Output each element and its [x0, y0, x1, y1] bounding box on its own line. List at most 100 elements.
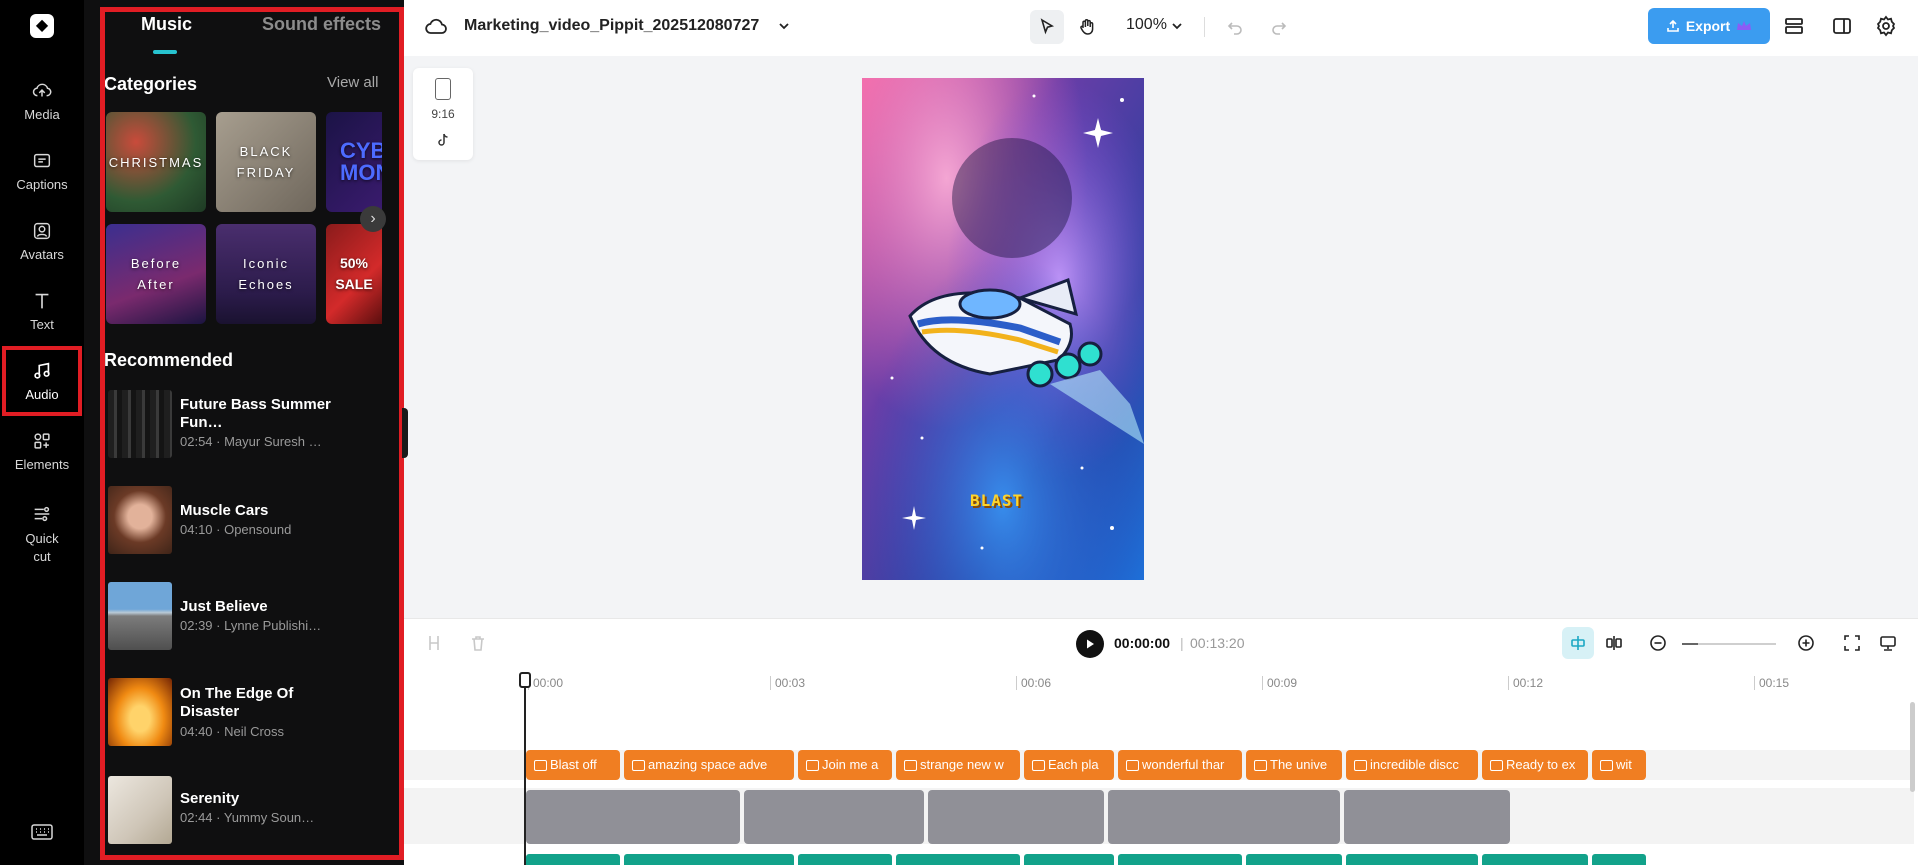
- tiktok-icon: [438, 133, 448, 146]
- caption-clip[interactable]: amazing space adve: [624, 750, 794, 780]
- audio-clip[interactable]: [896, 854, 1020, 865]
- categories-title: Categories: [104, 74, 198, 94]
- captions-icon: [33, 153, 51, 168]
- audio-panel: Music Sound effects Categories View all …: [84, 0, 404, 865]
- track-meta: 04:40 · Neil Cross: [180, 724, 285, 739]
- magnet-icon: [1571, 636, 1585, 650]
- audio-clip[interactable]: [1482, 854, 1588, 865]
- audio-clip[interactable]: [624, 854, 794, 865]
- rail-item-label: Media: [24, 107, 60, 122]
- layers-icon[interactable]: [1782, 14, 1806, 38]
- track-thumbnail: [108, 582, 172, 650]
- list-item[interactable]: Future Bass Summer Fun… 02:54 · Mayur Su…: [104, 388, 384, 460]
- video-caption-text: BLAST: [970, 491, 1024, 510]
- caption-clip[interactable]: wonderful thar: [1118, 750, 1242, 780]
- audio-clip[interactable]: [798, 854, 892, 865]
- list-item[interactable]: Serenity 02:44 · Yummy Soun…: [104, 776, 384, 848]
- caption-clip[interactable]: The unive: [1246, 750, 1342, 780]
- caption-clip[interactable]: Ready to ex: [1482, 750, 1588, 780]
- caption-clip[interactable]: incredible discc: [1346, 750, 1478, 780]
- track-thumbnail: [108, 678, 172, 746]
- caption-clip[interactable]: Blast off: [526, 750, 620, 780]
- audio-clip[interactable]: [1592, 854, 1646, 865]
- ruler-tick: 00:15: [1754, 676, 1789, 690]
- aspect-ratio-card[interactable]: 9:16: [413, 68, 473, 160]
- cloud-sync-icon[interactable]: [424, 15, 448, 39]
- project-title[interactable]: Marketing_video_Pippit_202512080727: [464, 17, 759, 35]
- fullscreen-icon[interactable]: [1842, 633, 1862, 653]
- caption-clip[interactable]: Each pla: [1024, 750, 1114, 780]
- snap-toggle-button[interactable]: [1562, 627, 1594, 659]
- rail-item-text[interactable]: Text: [4, 278, 80, 344]
- rail-item-elements[interactable]: Elements: [4, 418, 80, 484]
- list-item[interactable]: Muscle Cars 04:10 · Opensound: [104, 486, 384, 558]
- track-thumbnail: [108, 776, 172, 844]
- keyboard-icon[interactable]: [30, 822, 54, 842]
- caption-clip[interactable]: Join me a: [798, 750, 892, 780]
- rail-item-captions[interactable]: Captions: [4, 138, 80, 204]
- category-card[interactable]: 50% SALE: [326, 224, 382, 324]
- category-card[interactable]: CHRISTMAS: [106, 112, 206, 212]
- video-clip[interactable]: [526, 790, 740, 844]
- timeline-scrollbar[interactable]: [1910, 702, 1915, 792]
- caption-clip[interactable]: strange new w: [896, 750, 1020, 780]
- music-note-icon: [34, 362, 50, 379]
- preview-monitor-icon[interactable]: [1878, 633, 1898, 653]
- categories-next-button[interactable]: ›: [360, 206, 386, 232]
- track-title: Serenity: [180, 790, 240, 807]
- track-title: On The Edge Of Disaster: [180, 685, 294, 720]
- playhead-handle[interactable]: [519, 672, 531, 688]
- caption-clip[interactable]: wit: [1592, 750, 1646, 780]
- split-layout-icon[interactable]: [1830, 14, 1854, 38]
- caption-clip-text: amazing space adve: [648, 757, 768, 772]
- category-card[interactable]: BLACK FRIDAY: [216, 112, 316, 212]
- category-card[interactable]: Before After: [106, 224, 206, 324]
- hand-tool-button[interactable]: [1070, 10, 1104, 44]
- video-clip[interactable]: [1108, 790, 1340, 844]
- audio-clip[interactable]: [1118, 854, 1242, 865]
- rail-item-quick-cut[interactable]: Quick cut: [4, 494, 80, 574]
- caption-clip-text: Each pla: [1048, 757, 1099, 772]
- timeline: 00:00 00:03 00:06 00:09 00:12 00:15 Blas…: [404, 666, 1918, 865]
- video-clip[interactable]: [1344, 790, 1510, 844]
- track-thumbnail: [108, 390, 172, 458]
- gear-icon[interactable]: [1874, 14, 1898, 38]
- timeline-zoom-slider[interactable]: [1682, 643, 1776, 645]
- rail-item-media[interactable]: Media: [4, 68, 80, 134]
- undo-button[interactable]: [1218, 10, 1252, 44]
- app-logo[interactable]: ◆: [30, 14, 54, 38]
- zoom-in-icon[interactable]: [1796, 633, 1816, 653]
- video-clip[interactable]: [928, 790, 1104, 844]
- list-item[interactable]: Just Believe 02:39 · Lynne Publishi…: [104, 582, 384, 654]
- rail-item-label: Elements: [14, 457, 70, 472]
- category-label: Before After: [130, 256, 182, 292]
- tab-music[interactable]: Music: [141, 14, 192, 35]
- export-button[interactable]: Export: [1648, 8, 1770, 44]
- split-horizontal-icon[interactable]: [1604, 633, 1624, 653]
- tab-sound-effects[interactable]: Sound effects: [262, 14, 381, 35]
- zoom-level[interactable]: 100%: [1126, 16, 1167, 34]
- audio-clip[interactable]: [526, 854, 620, 865]
- category-card[interactable]: Iconic Echoes: [216, 224, 316, 324]
- rail-item-avatars[interactable]: Avatars: [4, 208, 80, 274]
- panel-resize-handle[interactable]: [402, 408, 408, 458]
- hand-icon: [1080, 19, 1094, 35]
- rail-item-audio[interactable]: Audio: [2, 346, 82, 416]
- trash-icon[interactable]: [468, 633, 488, 653]
- zoom-out-icon[interactable]: [1648, 633, 1668, 653]
- video-clip[interactable]: [744, 790, 924, 844]
- view-all-link[interactable]: View all: [327, 74, 378, 91]
- list-item[interactable]: On The Edge Of Disaster 04:40 · Neil Cro…: [104, 678, 384, 750]
- chevron-down-icon[interactable]: [776, 18, 792, 34]
- select-tool-button[interactable]: [1030, 10, 1064, 44]
- audio-clip[interactable]: [1346, 854, 1478, 865]
- chevron-down-icon[interactable]: [1170, 19, 1184, 33]
- split-clip-icon[interactable]: [424, 633, 444, 653]
- video-preview[interactable]: BLAST: [862, 78, 1144, 580]
- redo-button[interactable]: [1262, 10, 1296, 44]
- category-card[interactable]: CYBER MONDAY: [326, 112, 382, 212]
- audio-clip[interactable]: [1246, 854, 1342, 865]
- audio-clip[interactable]: [1024, 854, 1114, 865]
- category-label: 50% SALE: [335, 255, 373, 292]
- play-button[interactable]: [1076, 630, 1104, 658]
